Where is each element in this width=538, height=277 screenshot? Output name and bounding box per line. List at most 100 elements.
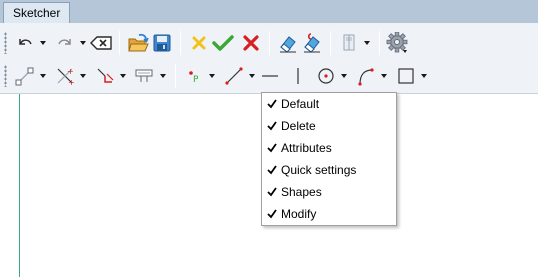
- fillet-dropdown[interactable]: [117, 64, 129, 88]
- fillet-button[interactable]: [93, 64, 117, 88]
- open-button[interactable]: [126, 31, 150, 55]
- svg-text:P: P: [193, 75, 199, 85]
- svg-text:+: +: [68, 78, 75, 86]
- vertical-line-icon: [297, 68, 299, 84]
- horizontal-line-button[interactable]: [258, 64, 282, 88]
- properties-dropdown[interactable]: [361, 31, 373, 55]
- arc-dropdown[interactable]: [378, 64, 390, 88]
- menu-item-attributes[interactable]: Attributes: [262, 137, 396, 159]
- check-icon: [262, 159, 280, 181]
- menu-item-shapes[interactable]: Shapes: [262, 181, 396, 203]
- redo-button[interactable]: [53, 31, 77, 55]
- toolbar-grip[interactable]: [4, 65, 7, 87]
- chevron-down-icon: [80, 41, 86, 45]
- check-icon: [262, 93, 280, 115]
- menu-item-label: Delete: [281, 119, 316, 133]
- offset-icon: [135, 69, 153, 82]
- chevron-down-icon: [80, 74, 86, 78]
- trim-dropdown[interactable]: [77, 64, 89, 88]
- toolbar-separator: [379, 31, 380, 55]
- properties-icon: [343, 34, 355, 51]
- rectangle-dropdown[interactable]: [418, 64, 430, 88]
- menu-item-default[interactable]: Default: [262, 93, 396, 115]
- point-button[interactable]: P: [182, 64, 206, 88]
- close-red-icon: [243, 35, 259, 51]
- chevron-down-icon: [209, 74, 215, 78]
- chevron-down-icon: [40, 41, 46, 45]
- modify-segment-dropdown[interactable]: [37, 64, 49, 88]
- vertical-line-button[interactable]: [286, 64, 310, 88]
- open-folder-icon: [128, 33, 149, 52]
- attribute-eraser-icon: [304, 33, 320, 53]
- chevron-down-icon: [160, 74, 166, 78]
- close-button[interactable]: [239, 31, 263, 55]
- menu-item-label: Quick settings: [281, 163, 357, 177]
- save-button[interactable]: [150, 31, 174, 55]
- horizontal-line-icon: [262, 75, 278, 77]
- clear-icon: [90, 36, 112, 50]
- attribute-eraser-button[interactable]: [300, 31, 324, 55]
- toolbar-context-menu: Default Delete Attributes Quick settings…: [261, 92, 397, 226]
- clear-button[interactable]: [89, 31, 113, 55]
- chevron-down-icon: [120, 74, 126, 78]
- toolbar-separator: [269, 31, 270, 55]
- menu-item-label: Modify: [281, 207, 317, 221]
- redo-dropdown[interactable]: [77, 31, 89, 55]
- modify-segment-button[interactable]: [13, 64, 37, 88]
- chevron-down-icon: [40, 74, 46, 78]
- menu-item-label: Default: [281, 97, 320, 111]
- toolbar-area: + + P: [0, 23, 538, 94]
- circle-icon: [318, 68, 334, 84]
- chevron-down-icon: [364, 41, 370, 45]
- check-icon: [262, 137, 280, 159]
- menu-item-label: Shapes: [281, 185, 322, 199]
- save-icon: [153, 34, 171, 52]
- undo-icon: [19, 39, 32, 45]
- offset-button[interactable]: [133, 64, 157, 88]
- offset-dropdown[interactable]: [157, 64, 169, 88]
- toolbar-row-main: [4, 27, 410, 59]
- line-icon: [225, 67, 243, 85]
- trim-icon: + +: [57, 67, 75, 86]
- chevron-down-icon: [341, 74, 347, 78]
- properties-button[interactable]: [337, 31, 361, 55]
- redo-icon: [58, 39, 71, 45]
- trim-button[interactable]: + +: [53, 64, 77, 88]
- fillet-icon: [97, 68, 114, 83]
- arc-button[interactable]: [354, 64, 378, 88]
- menu-item-quick-settings[interactable]: Quick settings: [262, 159, 396, 181]
- undo-dropdown[interactable]: [37, 31, 49, 55]
- point-dropdown[interactable]: [206, 64, 218, 88]
- accept-check-icon: [212, 35, 234, 51]
- cancel-yellow-button[interactable]: [187, 31, 211, 55]
- toolbar-grip[interactable]: [4, 32, 7, 54]
- chevron-down-icon: [421, 74, 427, 78]
- line-button[interactable]: [222, 64, 246, 88]
- check-icon: [262, 115, 280, 137]
- menu-item-modify[interactable]: Modify: [262, 203, 396, 225]
- point-icon: P: [189, 71, 199, 85]
- toolbar-separator: [175, 64, 176, 88]
- rectangle-button[interactable]: [394, 64, 418, 88]
- toolbar-row-shapes: + + P: [4, 60, 430, 92]
- toolbar-separator: [119, 31, 120, 55]
- settings-button[interactable]: [386, 31, 410, 55]
- svg-text:+: +: [67, 67, 74, 76]
- accept-button[interactable]: [211, 31, 235, 55]
- circle-button[interactable]: [314, 64, 338, 88]
- tab-sketcher[interactable]: Sketcher: [3, 2, 71, 23]
- settings-gear-icon: [386, 32, 408, 53]
- circle-dropdown[interactable]: [338, 64, 350, 88]
- sketcher-window: Sketcher + + P Default Delete Attributes…: [0, 0, 538, 277]
- eraser-button[interactable]: [276, 31, 300, 55]
- tab-strip: Sketcher: [0, 0, 538, 23]
- toolbar-separator: [180, 31, 181, 55]
- menu-item-label: Attributes: [281, 141, 332, 155]
- check-icon: [262, 203, 280, 225]
- undo-button[interactable]: [13, 31, 37, 55]
- eraser-icon: [280, 36, 296, 53]
- rectangle-icon: [398, 68, 414, 84]
- line-dropdown[interactable]: [246, 64, 258, 88]
- chevron-down-icon: [381, 74, 387, 78]
- menu-item-delete[interactable]: Delete: [262, 115, 396, 137]
